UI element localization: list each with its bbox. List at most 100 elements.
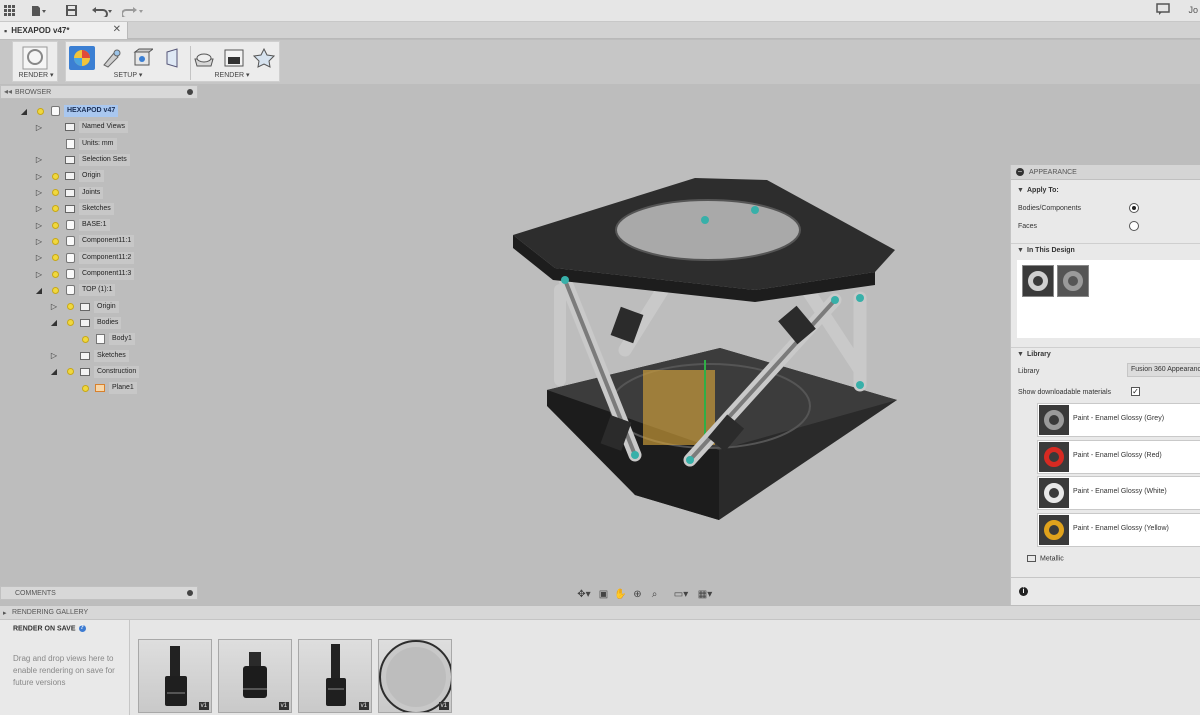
render-icon[interactable] (221, 46, 247, 70)
browser-tree-item[interactable]: ▷ Selection Sets (0, 153, 198, 167)
comments-panel[interactable]: COMMENTS (0, 586, 198, 600)
expand-arrow-icon[interactable]: ▷ (34, 234, 44, 248)
design-appearance-swatch[interactable] (1022, 265, 1054, 297)
workspace-label[interactable]: RENDER ▾ (18, 71, 54, 79)
expand-arrow-icon[interactable]: ▷ (34, 120, 44, 134)
visibility-bulb-icon[interactable] (50, 202, 60, 216)
minimize-icon[interactable]: – (1016, 168, 1024, 176)
browser-tree-item[interactable]: ▷ Named Views (0, 120, 198, 134)
browser-tree-item[interactable]: Units: mm (0, 137, 198, 151)
render-thumbnail[interactable]: v1 (378, 639, 452, 713)
browser-tree-item[interactable]: ▷ Joints (0, 186, 198, 200)
library-section[interactable]: ▼ Library (1011, 347, 1200, 361)
visibility-bulb-icon[interactable] (50, 234, 60, 248)
expanded-arrow-icon[interactable]: ◢ (49, 316, 59, 330)
appearance-icon[interactable] (99, 46, 125, 70)
collapse-panel-icon[interactable]: ◂◂ (4, 87, 12, 96)
browser-tree-item[interactable]: Body1 (0, 332, 198, 346)
render-thumbnail[interactable]: v1 (218, 639, 292, 713)
render-workspace-icon[interactable] (22, 46, 48, 70)
texture-map-icon[interactable] (159, 46, 185, 70)
grid-settings-icon[interactable]: ▦▾ (693, 585, 717, 603)
expanded-arrow-icon[interactable]: ◢ (49, 365, 59, 379)
render-thumbnail[interactable]: v1 (138, 639, 212, 713)
redo-icon[interactable] (120, 0, 146, 22)
expand-arrow-icon[interactable]: ▷ (34, 153, 44, 167)
expanded-arrow-icon[interactable]: ◢ (34, 283, 44, 297)
expanded-arrow-icon[interactable]: ◢ (19, 104, 29, 118)
display-settings-icon[interactable]: ▭▾ (669, 585, 693, 603)
material-item[interactable]: Paint - Enamel Glossy (White) (1037, 476, 1200, 510)
visibility-bulb-icon[interactable] (80, 381, 90, 395)
in-this-design-section[interactable]: ▼ In This Design (1011, 243, 1200, 257)
browser-tree-item[interactable]: ▷ Sketches (0, 349, 198, 363)
expand-arrow-icon[interactable]: ▷ (34, 202, 44, 216)
browser-tree-item[interactable]: ◢ Construction (0, 365, 198, 379)
visibility-bulb-icon[interactable] (35, 104, 45, 118)
visibility-bulb-icon[interactable] (50, 169, 60, 183)
render-thumbnail[interactable]: v1 (298, 639, 372, 713)
rendering-gallery-header[interactable]: ▸ RENDERING GALLERY (0, 606, 1200, 620)
visibility-bulb-icon[interactable] (80, 332, 90, 346)
browser-tree-item[interactable]: ▷ Component11:1 (0, 234, 198, 248)
user-name[interactable]: Jo (1188, 5, 1198, 15)
visibility-bulb-icon[interactable] (50, 251, 60, 265)
info-icon[interactable]: i (1019, 587, 1028, 596)
setup-label[interactable]: SETUP ▾ (102, 71, 154, 79)
apps-grid-icon[interactable] (0, 0, 18, 22)
pin-icon[interactable] (187, 590, 193, 596)
browser-tree-item[interactable]: ◢ Bodies (0, 316, 198, 330)
render-gallery-icon[interactable] (251, 46, 277, 70)
visibility-bulb-icon[interactable] (50, 186, 60, 200)
visibility-bulb-icon[interactable] (50, 218, 60, 232)
browser-tree-item[interactable]: ▷ Component11:3 (0, 267, 198, 281)
material-item[interactable]: Paint - Enamel Glossy (Yellow) (1037, 512, 1200, 547)
pin-icon[interactable] (187, 89, 193, 95)
orbit-icon[interactable]: ✥▾ (573, 585, 595, 603)
scene-settings-icon[interactable] (69, 46, 95, 70)
help-icon[interactable]: ? (78, 625, 86, 632)
appearance-header[interactable]: – APPEARANCE (1011, 165, 1200, 180)
file-menu-icon[interactable] (28, 0, 50, 22)
browser-header[interactable]: ◂◂ BROWSER (0, 85, 198, 99)
visibility-bulb-icon[interactable] (65, 300, 75, 314)
expand-arrow-icon[interactable]: ▷ (49, 349, 59, 363)
material-item[interactable]: Paint - Enamel Glossy (Red) (1037, 439, 1200, 474)
faces-radio[interactable] (1129, 221, 1139, 231)
workspace-switcher[interactable]: RENDER ▾ (12, 41, 58, 82)
notifications-icon[interactable] (1156, 3, 1170, 18)
expand-arrow-icon[interactable]: ▷ (34, 218, 44, 232)
expand-arrow-icon[interactable]: ▷ (34, 186, 44, 200)
material-item[interactable]: Paint - Enamel Glossy (Grey) (1037, 403, 1200, 437)
apply-to-section[interactable]: ▼ Apply To: (1011, 183, 1200, 197)
metallic-folder[interactable]: Metallic (1027, 555, 1064, 562)
browser-tree-item[interactable]: ▷ BASE:1 (0, 218, 198, 232)
render-label[interactable]: RENDER ▾ (204, 71, 260, 79)
browser-tree-item[interactable]: ▷ Origin (0, 300, 198, 314)
physical-material-icon[interactable] (129, 46, 155, 70)
in-canvas-render-icon[interactable] (191, 46, 217, 70)
undo-icon[interactable] (90, 0, 116, 22)
visibility-bulb-icon[interactable] (50, 267, 60, 281)
look-at-icon[interactable]: ▣ (595, 585, 612, 603)
document-tab[interactable]: ▪ HEXAPOD v47* ✕ (0, 22, 128, 39)
pan-icon[interactable]: ✋ (612, 585, 629, 603)
visibility-bulb-icon[interactable] (65, 316, 75, 330)
expand-arrow-icon[interactable]: ▷ (34, 267, 44, 281)
visibility-bulb-icon[interactable] (65, 365, 75, 379)
show-downloadable-checkbox[interactable]: ✓ (1131, 387, 1140, 396)
browser-tree-item[interactable]: ▷ Component11:2 (0, 251, 198, 265)
visibility-bulb-icon[interactable] (50, 283, 60, 297)
zoom-icon[interactable]: ⊕ (629, 585, 646, 603)
browser-tree-item[interactable]: ▷ Sketches (0, 202, 198, 216)
design-appearance-swatch[interactable] (1057, 265, 1089, 297)
browser-tree-item[interactable]: Plane1 (0, 381, 198, 395)
expand-arrow-icon[interactable]: ▷ (34, 251, 44, 265)
save-icon[interactable] (62, 0, 80, 22)
zoom-window-icon[interactable]: ⌕ (646, 585, 663, 603)
collapse-arrow-icon[interactable]: ▸ (3, 609, 7, 617)
browser-tree-item[interactable]: ▷ Origin (0, 169, 198, 183)
expand-arrow-icon[interactable]: ▷ (34, 169, 44, 183)
library-dropdown[interactable]: Fusion 360 Appearance (1127, 363, 1200, 377)
close-tab-icon[interactable]: ✕ (113, 24, 121, 35)
